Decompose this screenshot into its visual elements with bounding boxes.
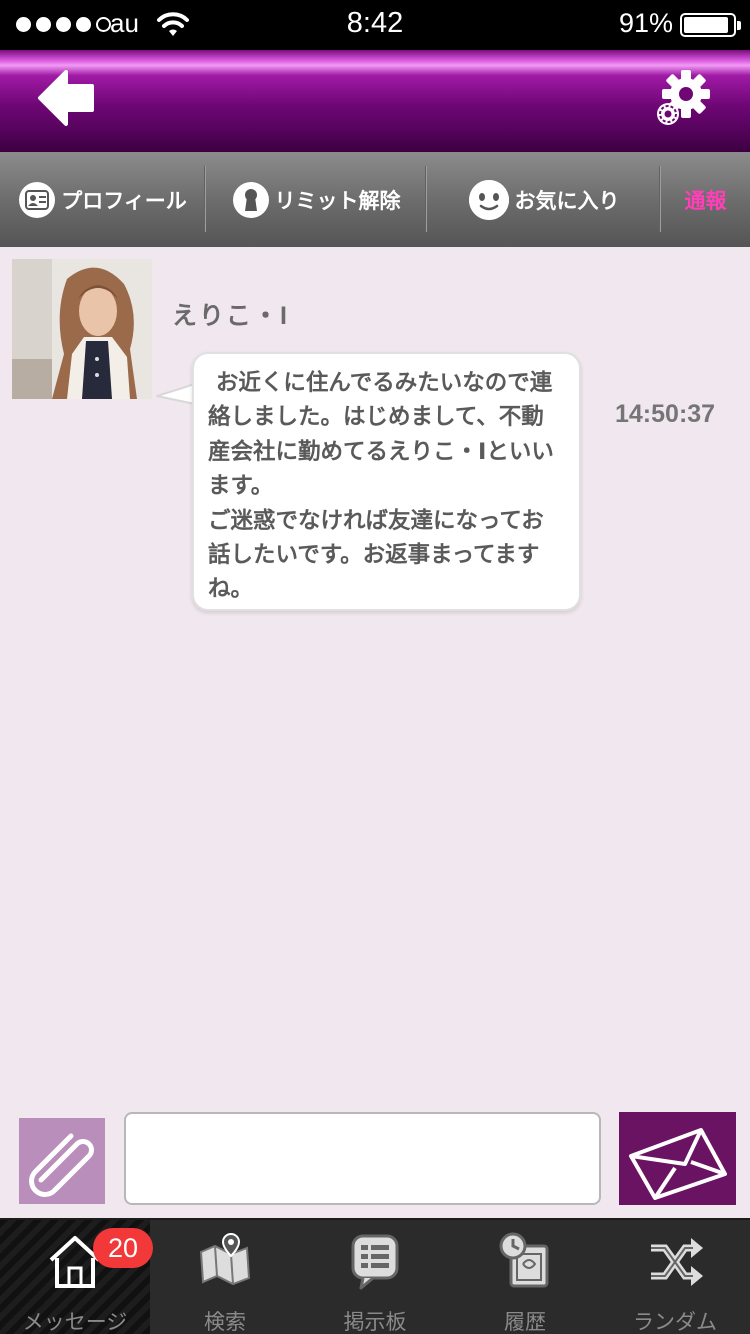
tab-history-label: 履歴 bbox=[504, 1311, 546, 1334]
tab-search-label: 検索 bbox=[204, 1311, 246, 1334]
keyhole-icon bbox=[232, 181, 269, 218]
limit-release-button[interactable]: リミット解除 bbox=[206, 152, 427, 247]
tab-search[interactable]: 検索 bbox=[150, 1220, 300, 1334]
sender-avatar[interactable] bbox=[12, 259, 152, 399]
profile-label: プロフィール bbox=[61, 189, 187, 213]
smiley-icon bbox=[468, 179, 509, 220]
profile-button[interactable]: プロフィール bbox=[0, 152, 206, 247]
tab-random[interactable]: ランダム bbox=[600, 1220, 750, 1334]
send-button[interactable] bbox=[619, 1112, 736, 1205]
report-button[interactable]: 通報 bbox=[661, 152, 750, 247]
battery-percent: 91% bbox=[619, 8, 674, 38]
message-text: お近くに住んでるみたいなので連絡しました。はじめまして、不動産会社に勤めてるえり… bbox=[208, 370, 554, 603]
status-bar: au 8:42 91% bbox=[0, 0, 750, 50]
message-timestamp: 14:50:37 bbox=[615, 400, 716, 428]
unread-badge: 20 bbox=[93, 1228, 153, 1268]
map-pin-icon bbox=[199, 1232, 251, 1286]
paperclip-icon bbox=[29, 1133, 94, 1197]
shuffle-icon bbox=[651, 1238, 703, 1286]
limit-release-label: リミット解除 bbox=[274, 189, 401, 213]
bottom-nav: 20 メッセージ 検索 掲示板 履歴 ランダム bbox=[0, 1218, 750, 1334]
tab-random-label: ランダム bbox=[633, 1311, 717, 1334]
favorite-label: お気に入り bbox=[514, 189, 620, 213]
battery-icon bbox=[680, 13, 741, 37]
attach-button[interactable] bbox=[19, 1118, 105, 1204]
envelope-icon bbox=[629, 1128, 727, 1200]
tab-board-label: 掲示板 bbox=[343, 1311, 407, 1334]
tab-history[interactable]: 履歴 bbox=[450, 1220, 600, 1334]
report-label: 通報 bbox=[684, 189, 727, 213]
tab-message[interactable]: 20 メッセージ bbox=[0, 1220, 153, 1334]
message-bubble: お近くに住んでるみたいなので連絡しました。はじめまして、不動産会社に勤めてるえり… bbox=[192, 352, 581, 611]
message-composer bbox=[0, 1100, 750, 1218]
sender-name: えりこ・I bbox=[172, 302, 289, 330]
board-icon bbox=[351, 1234, 399, 1290]
action-toolbar: プロフィール リミット解除 お気に入り 通報 bbox=[0, 152, 750, 247]
app-header bbox=[0, 50, 750, 152]
tab-board[interactable]: 掲示板 bbox=[300, 1220, 450, 1334]
profile-card-icon bbox=[19, 181, 56, 218]
bubble-tail bbox=[156, 383, 195, 405]
history-icon bbox=[499, 1232, 549, 1288]
tab-message-label: メッセージ bbox=[22, 1311, 128, 1334]
message-input[interactable] bbox=[124, 1112, 601, 1205]
favorite-button[interactable]: お気に入り bbox=[427, 152, 661, 247]
back-arrow-icon[interactable] bbox=[36, 68, 98, 128]
gear-icon[interactable] bbox=[654, 70, 712, 128]
